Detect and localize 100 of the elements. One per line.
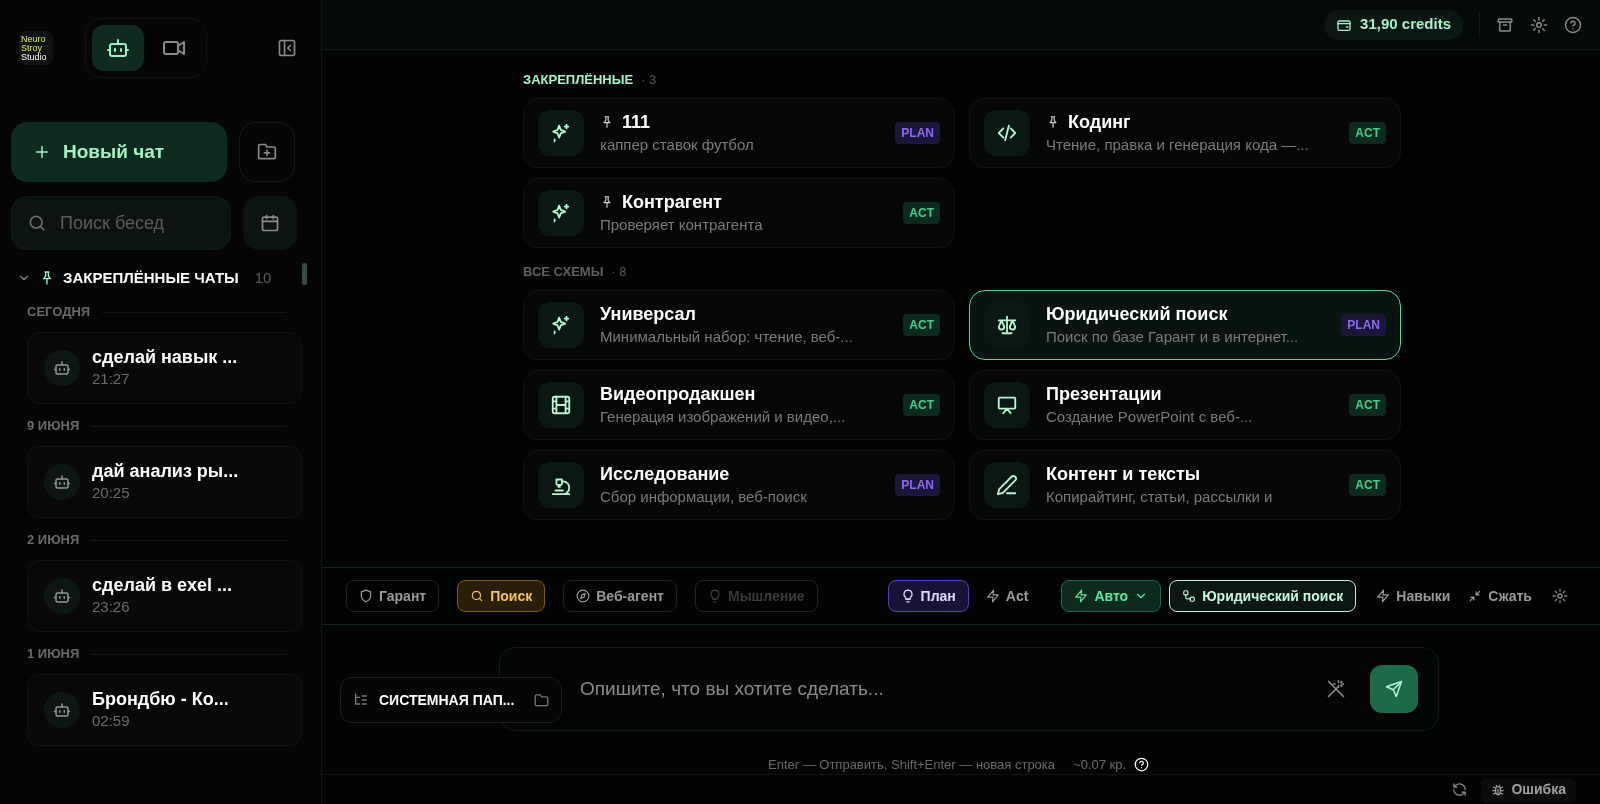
lightbulb-icon [707, 589, 722, 603]
error-report-button[interactable]: Ошибка [1481, 777, 1576, 802]
mode-tab[interactable] [92, 25, 144, 71]
pin-icon [600, 194, 614, 209]
card-description: Сбор информации, веб-поиск [600, 486, 808, 507]
robot-icon [53, 473, 71, 491]
scheme-card[interactable]: Кодинг Чтение, правка и генерация кода —... ACT [969, 98, 1401, 168]
pinned-chats-toggle[interactable]: ЗАКРЕПЛЁННЫЕ ЧАТЫ 10 [17, 266, 310, 290]
mode-badge: PLAN [1341, 314, 1386, 336]
refresh-button[interactable] [1452, 782, 1468, 797]
pin-icon [1046, 114, 1060, 129]
plus-icon [33, 143, 51, 161]
film-icon [550, 394, 572, 416]
scrollbar-thumb[interactable] [302, 263, 307, 285]
card-title: Универсал [600, 302, 696, 326]
scheme-chip[interactable]: Юридический поиск [1169, 580, 1357, 612]
scheme-card[interactable]: Исследование Сбор информации, веб-поиск PLAN [523, 450, 955, 520]
new-folder-button[interactable] [239, 122, 295, 182]
date-heading: СЕГОДНЯ [27, 303, 91, 322]
chat-time: 20:25 [92, 482, 131, 503]
mode-badge: ACT [1349, 122, 1386, 144]
robot-icon [106, 36, 130, 60]
robot-icon [53, 701, 71, 719]
toolbar-action[interactable]: Навыки [1368, 580, 1459, 612]
tool-toggle[interactable]: Поиск [457, 580, 546, 612]
scheme-card[interactable]: Универсал Минимальный набор: чтение, веб-... ACT [523, 290, 955, 360]
card-title: Презентации [1046, 382, 1162, 406]
calendar-icon [260, 213, 280, 233]
mode-badge: PLAN [895, 122, 940, 144]
keyboard-hint: Enter — Отправить, Shift+Enter — новая строка [768, 756, 1056, 774]
toolbar-action[interactable]: Сжать [1460, 580, 1540, 612]
search-field[interactable]: Поиск бесед [11, 196, 231, 250]
new-chat-button[interactable]: Новый чат [11, 122, 227, 182]
send-button[interactable] [1370, 665, 1418, 713]
cost-estimate: ~0.07 кр. [1073, 756, 1127, 774]
scheme-card[interactable]: Контент и тексты Копирайтинг, статьи, рассылки и ACT [969, 450, 1401, 520]
magic-wand-off-icon [1326, 679, 1346, 699]
tool-toggle[interactable]: Гарант [346, 580, 440, 612]
card-description: Поиск по базе Гарант и в интернет... [1046, 326, 1300, 347]
mode-tab[interactable]: План [887, 580, 969, 612]
message-input[interactable]: Опишите, что вы хотите сделать... [580, 674, 1326, 704]
tool-toggle[interactable]: Веб-агент [563, 580, 677, 612]
credits-badge[interactable]: 31,90 credits [1324, 9, 1463, 40]
scheme-card[interactable]: Контрагент Проверяет контрагента ACT [523, 178, 955, 248]
mode-badge: ACT [1349, 474, 1386, 496]
calendar-button[interactable] [243, 196, 297, 250]
help-button[interactable] [1564, 15, 1582, 34]
chat-item[interactable]: дай анализ ры... 20:25 [27, 446, 302, 518]
search-icon [470, 589, 485, 603]
scheme-card[interactable]: Презентации Создание PowerPoint с веб-... ACT [969, 370, 1401, 440]
chat-time: 21:27 [92, 368, 131, 389]
section-count: · 3 [641, 71, 657, 90]
search-icon [27, 213, 47, 233]
scales-icon [996, 314, 1018, 336]
date-heading: 9 ИЮНЯ [27, 417, 80, 436]
chat-title: дай анализ ры... [92, 459, 239, 482]
send-icon [1385, 680, 1403, 698]
card-description: Минимальный набор: чтение, веб-... [600, 326, 854, 347]
folder-plus-icon [257, 142, 277, 162]
folder-tree-icon [353, 692, 369, 708]
scheme-card[interactable]: 111 каппер ставок футбол PLAN [523, 98, 955, 168]
mode-badge: ACT [903, 314, 940, 336]
help-icon [1564, 15, 1582, 34]
archive-button[interactable] [1496, 15, 1514, 34]
card-title: 111 [622, 110, 651, 134]
sidebar-panel-icon [277, 38, 297, 58]
archive-icon [1496, 15, 1514, 34]
date-heading: 1 ИЮНЯ [27, 645, 80, 664]
chat-title: сделай в exel ... [92, 573, 233, 596]
lightning-icon [1074, 589, 1089, 603]
folder-selector[interactable]: СИСТЕМНАЯ ПАП... [340, 677, 562, 723]
card-description: Копирайтинг, статьи, рассылки и [1046, 486, 1274, 507]
presentation-board-icon [996, 394, 1018, 416]
scheme-card[interactable]: Юридический поиск Поиск по базе Гарант и в интернет... PLAN [969, 290, 1401, 360]
mode-badge: ACT [1349, 394, 1386, 416]
model-dropdown[interactable]: Авто [1061, 580, 1162, 612]
shield-icon [359, 589, 373, 603]
chat-item[interactable]: Брондбю - Ко... 02:59 [27, 674, 302, 746]
chat-item[interactable]: сделай навык ... 21:27 [27, 332, 302, 404]
shrink-arrows-icon [1468, 589, 1483, 603]
pen-icon [996, 474, 1018, 496]
code-icon [996, 122, 1018, 144]
help-icon [1134, 757, 1150, 773]
card-description: Чтение, правка и генерация кода —... [1046, 134, 1310, 155]
chat-title: Брондбю - Ко... [92, 687, 229, 710]
card-description: Генерация изображений и видео,... [600, 406, 847, 427]
card-title: Видеопродакшен [600, 382, 756, 406]
chat-item[interactable]: сделай в exel ... 23:26 [27, 560, 302, 632]
mode-tab[interactable]: Act [972, 580, 1042, 612]
robot-icon [53, 587, 71, 605]
sparkle-icon [550, 122, 572, 144]
section-heading: ВСЕ СХЕМЫ [523, 263, 604, 282]
lightbulb-icon [900, 589, 915, 603]
card-title: Юридический поиск [1046, 302, 1228, 326]
robot-icon [53, 359, 71, 377]
card-title: Исследование [600, 462, 730, 486]
refresh-icon [1452, 782, 1468, 797]
compass-icon [576, 589, 591, 603]
scheme-card[interactable]: Видеопродакшен Генерация изображений и видео,... ACT [523, 370, 955, 440]
mode-badge: PLAN [895, 474, 940, 496]
